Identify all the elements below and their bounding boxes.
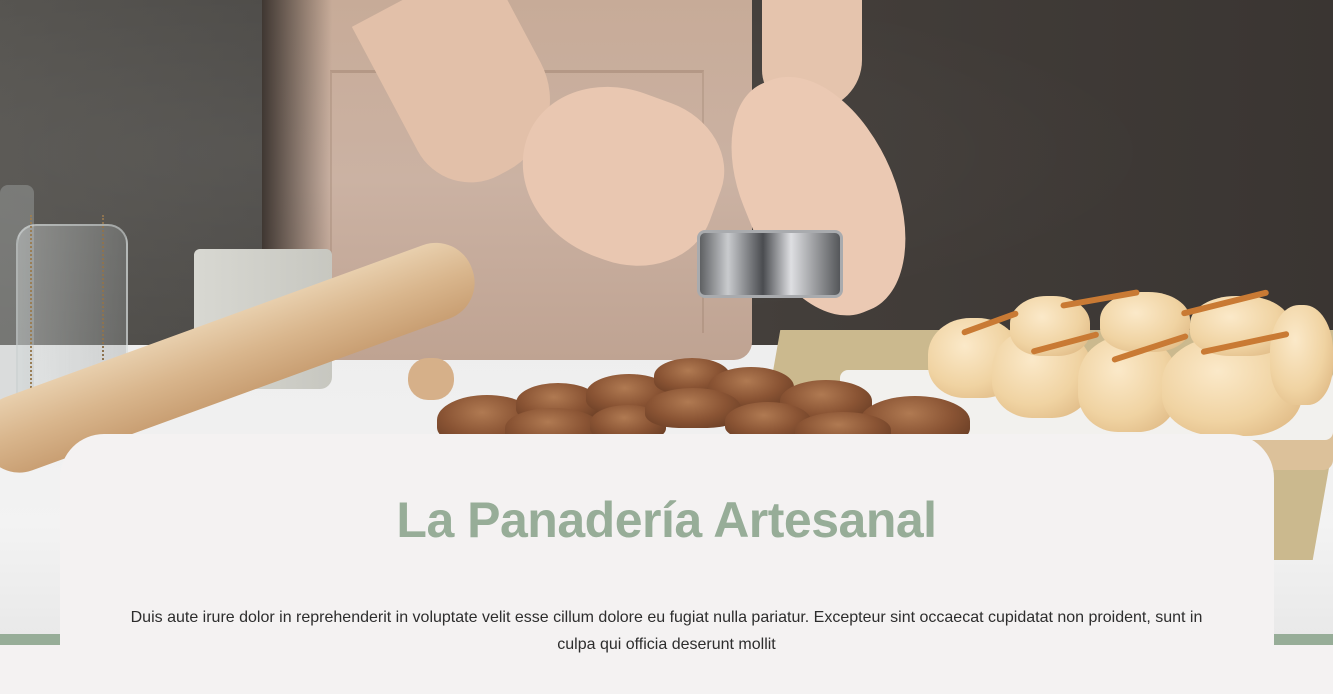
page-title: La Panadería Artesanal <box>396 492 937 548</box>
rolling-pin-handle <box>408 358 454 400</box>
ring-cutter <box>697 230 843 298</box>
glazed-bun <box>1100 292 1190 352</box>
intro-paragraph: Duis aute irure dolor in reprehenderit i… <box>130 609 1203 653</box>
glazed-bun <box>1270 305 1333 405</box>
